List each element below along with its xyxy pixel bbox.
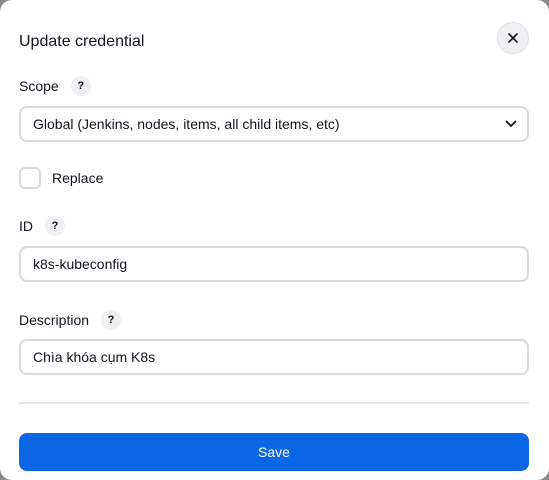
- replace-checkbox[interactable]: [19, 167, 41, 189]
- save-button[interactable]: Save: [19, 433, 529, 471]
- id-label: ID: [19, 218, 33, 234]
- id-help-icon[interactable]: ?: [45, 216, 65, 236]
- scope-help-icon[interactable]: ?: [70, 76, 91, 96]
- close-button[interactable]: [497, 22, 529, 54]
- scope-selected-value: Global (Jenkins, nodes, items, all child…: [33, 116, 340, 132]
- dialog-title: Update credential: [19, 33, 145, 50]
- replace-row: Replace: [19, 167, 103, 189]
- description-help-icon[interactable]: ?: [101, 310, 122, 330]
- scope-label: Scope: [19, 78, 59, 94]
- description-label: Description: [19, 312, 90, 328]
- divider: [19, 402, 529, 404]
- description-label-row: Description ?: [19, 310, 122, 330]
- chevron-down-icon: [505, 120, 517, 127]
- id-label-row: ID ?: [19, 216, 65, 236]
- replace-label[interactable]: Replace: [52, 170, 103, 186]
- close-icon: [508, 33, 518, 43]
- id-input[interactable]: [19, 246, 529, 282]
- scope-label-row: Scope ?: [19, 76, 91, 96]
- update-credential-dialog: Update credential Scope ? Global (Jenkin…: [0, 0, 549, 480]
- description-input[interactable]: [19, 339, 529, 375]
- scope-select[interactable]: Global (Jenkins, nodes, items, all child…: [19, 106, 529, 142]
